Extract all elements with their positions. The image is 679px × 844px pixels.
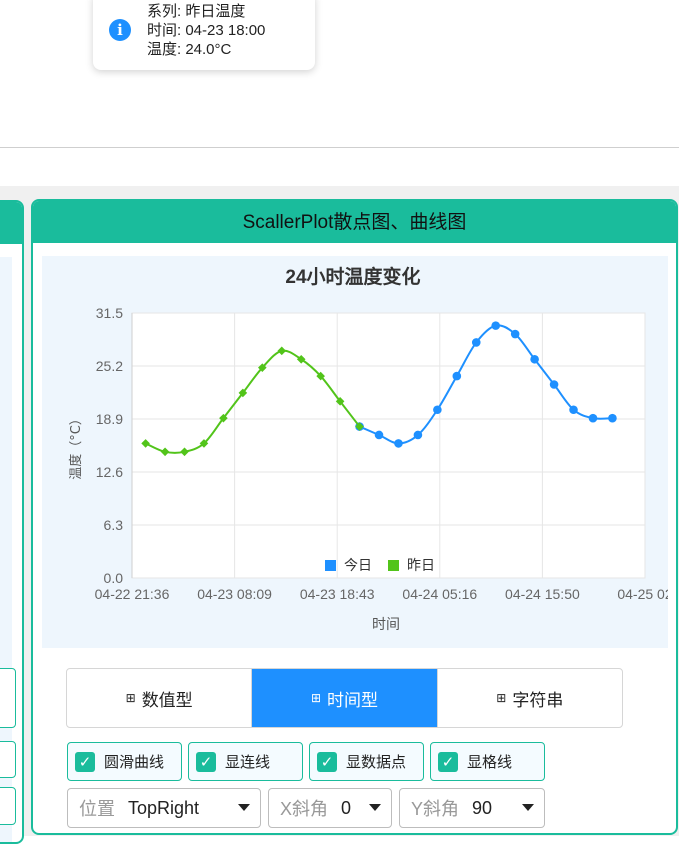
- data-point: [491, 321, 501, 330]
- data-point: [569, 405, 578, 415]
- tooltip-temp: 温度: 24.0°C: [147, 41, 232, 58]
- show-grid-checkbox[interactable]: ✓ 显格线: [430, 742, 545, 781]
- check-icon: ✓: [75, 751, 95, 772]
- card-title: ScallerPlot散点图、曲线图: [33, 201, 676, 243]
- show-line-checkbox[interactable]: ✓ 显连线: [188, 742, 303, 781]
- y-tick-label: 12.6: [96, 464, 123, 480]
- x-angle-select[interactable]: X斜角 0: [268, 788, 392, 828]
- check-icon: ✓: [317, 751, 337, 772]
- y-tick-label: 18.9: [96, 411, 123, 427]
- data-point: [608, 413, 617, 423]
- left-card-control[interactable]: [0, 741, 16, 778]
- select-label: Y斜角: [411, 799, 460, 819]
- tab-time[interactable]: ⊞ 时间型: [252, 669, 438, 727]
- data-point: [374, 430, 384, 440]
- y-tick-label: 6.3: [104, 517, 124, 533]
- chevron-down-icon: [238, 804, 250, 811]
- grid-icon: ⊞: [496, 691, 507, 705]
- data-type-tabs: ⊞ 数值型 ⊞ 时间型 ⊞ 字符串: [66, 668, 623, 728]
- info-icon: i: [109, 19, 131, 41]
- data-point: [471, 338, 481, 347]
- legend-swatch: [325, 560, 336, 571]
- grid-icon: ⊞: [310, 691, 322, 705]
- tab-label: 字符串: [512, 690, 564, 710]
- tooltip-time: 时间: 04-23 18:00: [147, 22, 266, 39]
- x-tick-label: 04-24 15:50: [505, 586, 580, 602]
- show-points-checkbox[interactable]: ✓ 显数据点: [309, 742, 424, 781]
- chevron-down-icon: [369, 804, 381, 811]
- temperature-chart: 31.5 25.2 18.9 12.6 6.3 0.004-22 21:36 04-23 0…: [68, 265, 668, 632]
- legend-label: 昨日: [407, 558, 435, 574]
- x-tick-label: 04-23 08:09: [197, 586, 272, 602]
- x-axis-label: 时间: [372, 616, 400, 632]
- y-tick-label: 0.0: [104, 570, 124, 586]
- smooth-curve-checkbox[interactable]: ✓ 圆滑曲线: [67, 742, 182, 781]
- x-tick-label: 04-22 21:36: [95, 586, 170, 602]
- y-tick-label: 25.2: [96, 358, 123, 374]
- left-card-header: [0, 202, 22, 244]
- chevron-down-icon: [522, 804, 534, 811]
- data-point: [433, 405, 442, 415]
- checkbox-label: 显格线: [467, 754, 513, 771]
- select-value: 90: [472, 797, 493, 818]
- data-point: [530, 354, 539, 364]
- data-point: [413, 430, 423, 440]
- y-axis-label: 温度（°C）: [68, 412, 84, 480]
- left-card-control[interactable]: [0, 668, 16, 728]
- select-label: X斜角: [280, 799, 329, 819]
- x-tick-label: 04-23 18:43: [300, 586, 375, 602]
- x-tick-label: 04-25 02: [617, 586, 668, 602]
- data-point: [452, 371, 462, 381]
- y-angle-select[interactable]: Y斜角 90: [399, 788, 545, 828]
- legend-position-select[interactable]: 位置 TopRight: [67, 788, 261, 828]
- data-point: [588, 413, 598, 423]
- x-tick-label: 04-24 05:16: [402, 586, 477, 602]
- checkbox-label: 显连线: [225, 754, 271, 771]
- divider: [0, 147, 679, 148]
- data-point: [549, 380, 559, 389]
- checkbox-label: 圆滑曲线: [104, 754, 165, 771]
- check-icon: ✓: [196, 751, 216, 772]
- tab-label: 数值型: [141, 690, 193, 710]
- scatter-plot-card: ScallerPlot散点图、曲线图 31.5 25.2 18.9 12.6 6.3 0.…: [31, 199, 678, 835]
- left-card-control[interactable]: [0, 787, 16, 825]
- chart-title: 24小时温度变化: [285, 265, 420, 288]
- tab-numeric[interactable]: ⊞ 数值型: [67, 669, 253, 727]
- check-icon: ✓: [438, 751, 458, 772]
- chart-tooltip: i 系列: 昨日温度 时间: 04-23 18:00 温度: 24.0°C: [93, 0, 315, 70]
- tab-string[interactable]: ⊞ 字符串: [438, 669, 622, 727]
- data-point: [394, 439, 403, 448]
- plot-background: [131, 312, 646, 579]
- tab-label: 时间型: [327, 690, 379, 710]
- data-point: [510, 329, 520, 339]
- legend-swatch: [388, 560, 399, 571]
- select-value: TopRight: [128, 797, 200, 818]
- grid-icon: ⊞: [125, 691, 136, 705]
- chart-area: 31.5 25.2 18.9 12.6 6.3 0.0 04-22 21:36 04-23 0…: [42, 256, 668, 648]
- tooltip-series: 系列: 昨日温度: [147, 3, 246, 20]
- y-tick-label: 31.5: [96, 305, 123, 321]
- legend-label: 今日: [344, 558, 372, 574]
- select-value: 0: [341, 797, 352, 818]
- select-label: 位置: [79, 799, 115, 819]
- checkbox-label: 显数据点: [346, 754, 407, 771]
